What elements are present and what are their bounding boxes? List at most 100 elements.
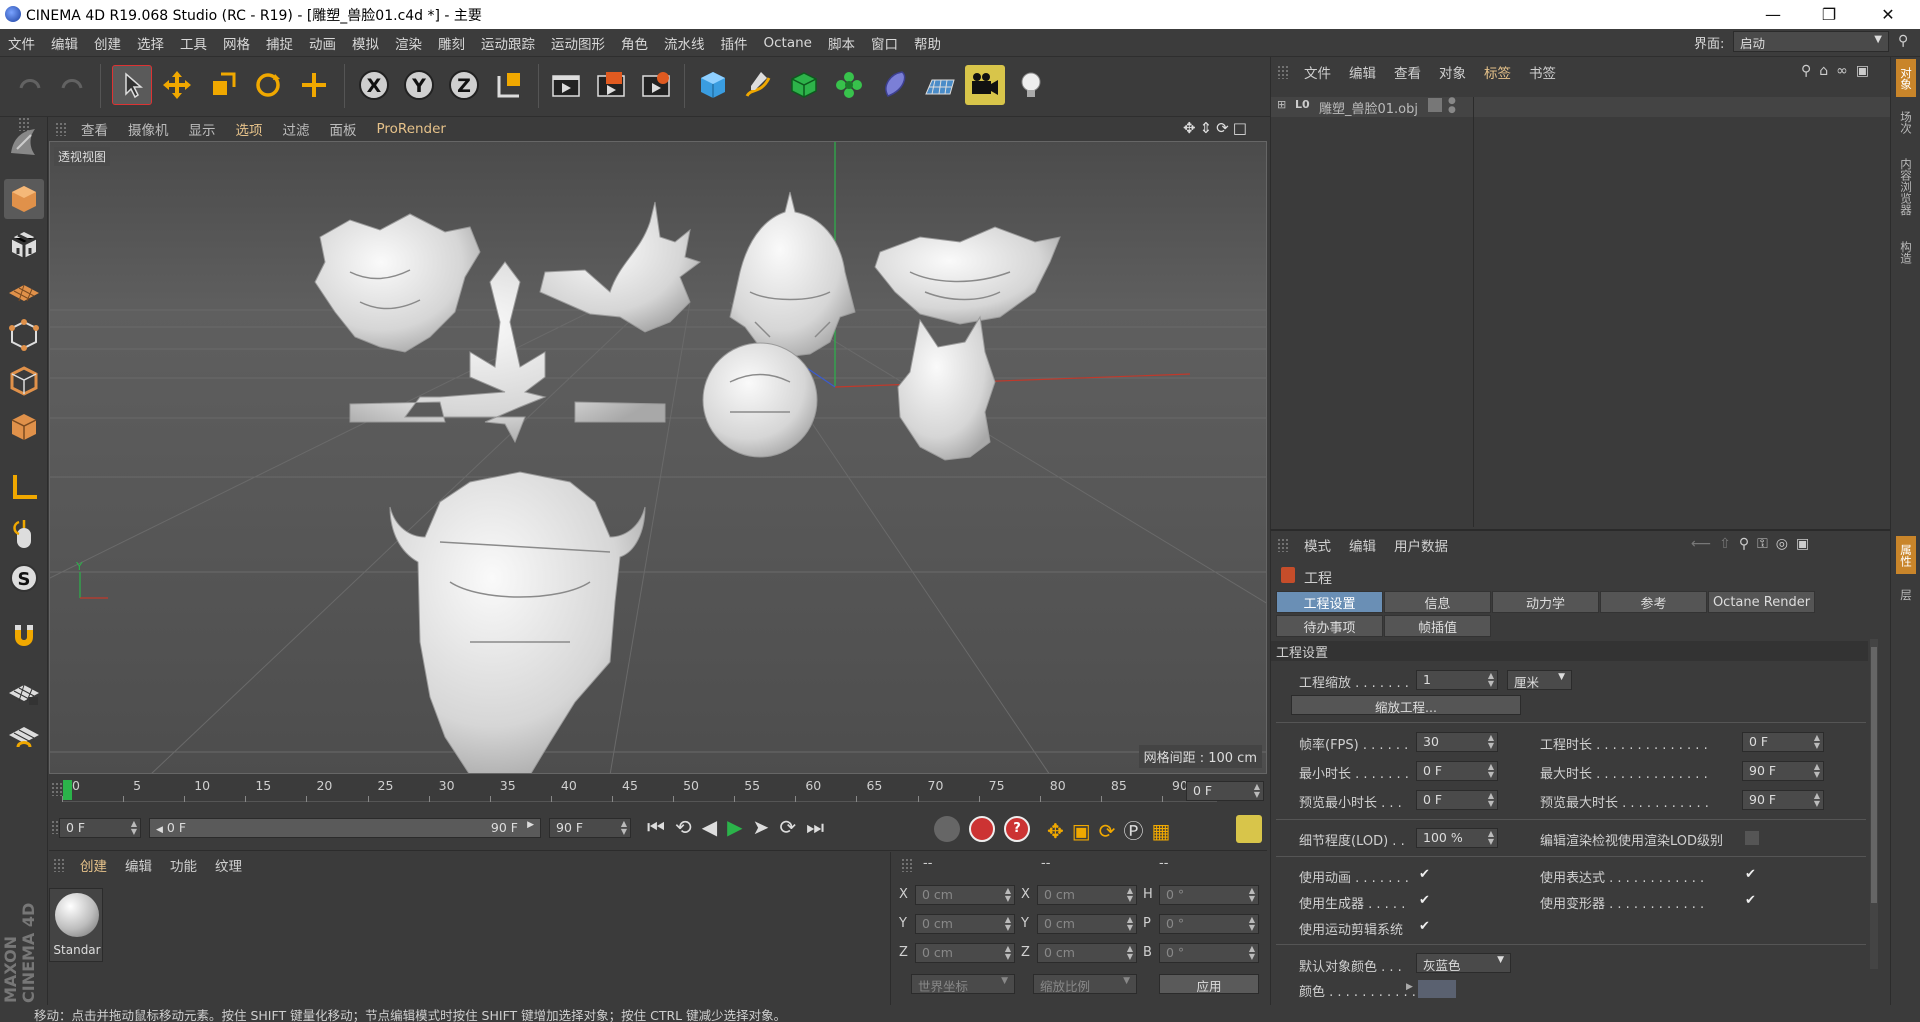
apply-button[interactable]: 应用	[1159, 974, 1259, 994]
play-icon[interactable]: ▶	[727, 815, 752, 839]
up-arrow-icon[interactable]: ⇧	[1719, 536, 1739, 552]
menu-pipeline[interactable]: 流水线	[656, 33, 713, 53]
select-arrow-icon[interactable]	[112, 65, 152, 105]
position-y-field[interactable]: 0 cm ▲ ▼	[915, 914, 1015, 934]
loop-forward-icon[interactable]: ⟳	[779, 815, 806, 839]
menu-select[interactable]: 选择	[129, 33, 172, 53]
use-expressions-checkbox[interactable]: ✔	[1745, 868, 1759, 882]
menu-character[interactable]: 角色	[613, 33, 656, 53]
attr-menu-edit[interactable]: 编辑	[1340, 535, 1385, 555]
locked-workplane-icon[interactable]	[4, 672, 44, 712]
model-mode-icon[interactable]	[4, 179, 44, 219]
size-y-field[interactable]: 0 cm ▲ ▼	[1037, 914, 1137, 934]
menu-motion-tracking[interactable]: 运动跟踪	[473, 33, 543, 53]
redo-icon[interactable]	[52, 65, 92, 105]
deformer-bend-icon[interactable]	[875, 65, 915, 105]
next-frame-icon[interactable]: ➤	[753, 815, 780, 839]
use-generators-checkbox[interactable]: ✔	[1419, 894, 1433, 908]
render-lod-checkbox[interactable]	[1745, 831, 1759, 845]
edges-mode-icon[interactable]	[4, 361, 44, 401]
go-to-end-icon[interactable]: ⏭	[806, 815, 834, 839]
attr-scrollbar[interactable]	[1870, 639, 1878, 969]
viewport-menu-filter[interactable]: 过滤	[273, 119, 320, 139]
attr-menu-mode[interactable]: 模式	[1295, 535, 1340, 555]
perspective-viewport[interactable]: Y 透视视图 网格间距 : 100 cm	[49, 141, 1267, 774]
expand-arrow-icon[interactable]: ▶	[1406, 982, 1413, 992]
timeline-track[interactable]	[63, 780, 1217, 802]
viewport-menu-panel[interactable]: 面板	[320, 119, 367, 139]
tab-project-settings[interactable]: 工程设置	[1276, 591, 1383, 613]
tab-attributes[interactable]: 属性	[1896, 536, 1916, 574]
coordinate-system-icon[interactable]	[490, 65, 530, 105]
y-axis-lock-icon[interactable]: Y	[399, 65, 439, 105]
workplane-mode-icon[interactable]	[4, 270, 44, 310]
restore-button[interactable]: ❐	[1806, 0, 1852, 29]
layout-select[interactable]: 启动 ▼	[1733, 31, 1889, 52]
new-window-icon[interactable]: ▣	[1796, 536, 1817, 552]
menu-octane[interactable]: Octane	[756, 35, 820, 51]
key-param-icon[interactable]: Ⓟ	[1123, 819, 1151, 843]
viewport-menu-display[interactable]: 显示	[179, 119, 226, 139]
record-keys-icon[interactable]	[934, 816, 960, 842]
render-settings-icon[interactable]	[636, 65, 676, 105]
loop-back-icon[interactable]: ⟲	[675, 815, 702, 839]
size-x-field[interactable]: 0 cm ▲ ▼	[1037, 885, 1137, 905]
visibility-dots-icon[interactable]: ● ●	[1448, 97, 1456, 115]
minimize-button[interactable]: —	[1750, 0, 1796, 29]
viewport-menu-view[interactable]: 查看	[71, 119, 118, 139]
preview-min-field[interactable]: 0 F ▲ ▼	[1416, 790, 1498, 810]
object-row[interactable]: ⊞ L0 雕塑_兽脸01.obj ● ●	[1271, 97, 1891, 117]
key-rotation-icon[interactable]: ⟳	[1099, 819, 1124, 843]
undo-icon[interactable]	[10, 65, 50, 105]
pen-spline-icon[interactable]	[738, 65, 778, 105]
snap-magnet-icon[interactable]	[4, 616, 44, 656]
light-bulb-icon[interactable]	[1011, 65, 1051, 105]
enable-axis-icon[interactable]	[4, 468, 44, 508]
default-color-select[interactable]: 灰蓝色 ▼	[1416, 953, 1511, 973]
z-axis-lock-icon[interactable]: Z	[444, 65, 484, 105]
menu-edit[interactable]: 编辑	[43, 33, 86, 53]
menu-mesh[interactable]: 网格	[215, 33, 258, 53]
snap-settings-icon[interactable]: S	[4, 558, 44, 598]
menu-script[interactable]: 脚本	[820, 33, 863, 53]
tab-objects[interactable]: 对象	[1896, 59, 1916, 97]
round-medallion-sculpt[interactable]	[702, 342, 818, 458]
material-menu-function[interactable]: 功能	[161, 855, 206, 875]
expand-toggle-icon[interactable]: ⊞	[1277, 98, 1286, 111]
tab-todo[interactable]: 待办事项	[1276, 615, 1383, 637]
end-frame-field[interactable]: 90 F ▲ ▼	[549, 818, 631, 838]
subdivision-surface-icon[interactable]	[784, 65, 824, 105]
project-scale-field[interactable]: 1 ▲ ▼	[1416, 670, 1498, 690]
menu-tools[interactable]: 工具	[172, 33, 215, 53]
material-menu-texture[interactable]: 纹理	[206, 855, 251, 875]
tab-reference[interactable]: 参考	[1600, 591, 1707, 613]
polygons-mode-icon[interactable]	[4, 407, 44, 447]
use-deformers-checkbox[interactable]: ✔	[1745, 894, 1759, 908]
search-icon[interactable]: ⚲	[1801, 63, 1819, 79]
lod-field[interactable]: 100 % ▲ ▼	[1416, 828, 1498, 848]
make-editable-icon[interactable]	[4, 122, 44, 162]
preview-range-slider[interactable]: ◀ 0 F 90 F ▶	[149, 818, 541, 838]
key-position-icon[interactable]: ✥	[1047, 819, 1072, 843]
position-x-field[interactable]: 0 cm ▲ ▼	[915, 885, 1015, 905]
close-button[interactable]: ✕	[1865, 0, 1911, 29]
color-swatch[interactable]	[1418, 980, 1456, 998]
viewport-menu-cameras[interactable]: 摄像机	[118, 119, 179, 139]
tab-info[interactable]: 信息	[1384, 591, 1491, 613]
tab-content-browser[interactable]: 内容浏览器	[1896, 147, 1916, 227]
material-menu-create[interactable]: 创建	[71, 855, 116, 875]
home-icon[interactable]: ⌂	[1819, 63, 1836, 79]
camera-icon[interactable]	[965, 65, 1005, 105]
move-tool-icon[interactable]	[157, 65, 197, 105]
tab-takes[interactable]: 场次	[1896, 103, 1916, 141]
scale-mode-select[interactable]: 缩放比例 ▼	[1033, 974, 1137, 994]
floor-object-icon[interactable]	[920, 65, 960, 105]
object-menu-tags[interactable]: 标签	[1475, 62, 1520, 82]
object-menu-view[interactable]: 查看	[1385, 62, 1430, 82]
tab-structure[interactable]: 构造	[1896, 233, 1916, 271]
live-selection-plus-icon[interactable]	[294, 65, 334, 105]
rotation-p-field[interactable]: 0 ° ▲ ▼	[1159, 914, 1259, 934]
tab-frame-interpolation[interactable]: 帧插值	[1384, 615, 1491, 637]
attr-menu-userdata[interactable]: 用户数据	[1385, 535, 1457, 555]
scale-tool-icon[interactable]	[203, 65, 243, 105]
